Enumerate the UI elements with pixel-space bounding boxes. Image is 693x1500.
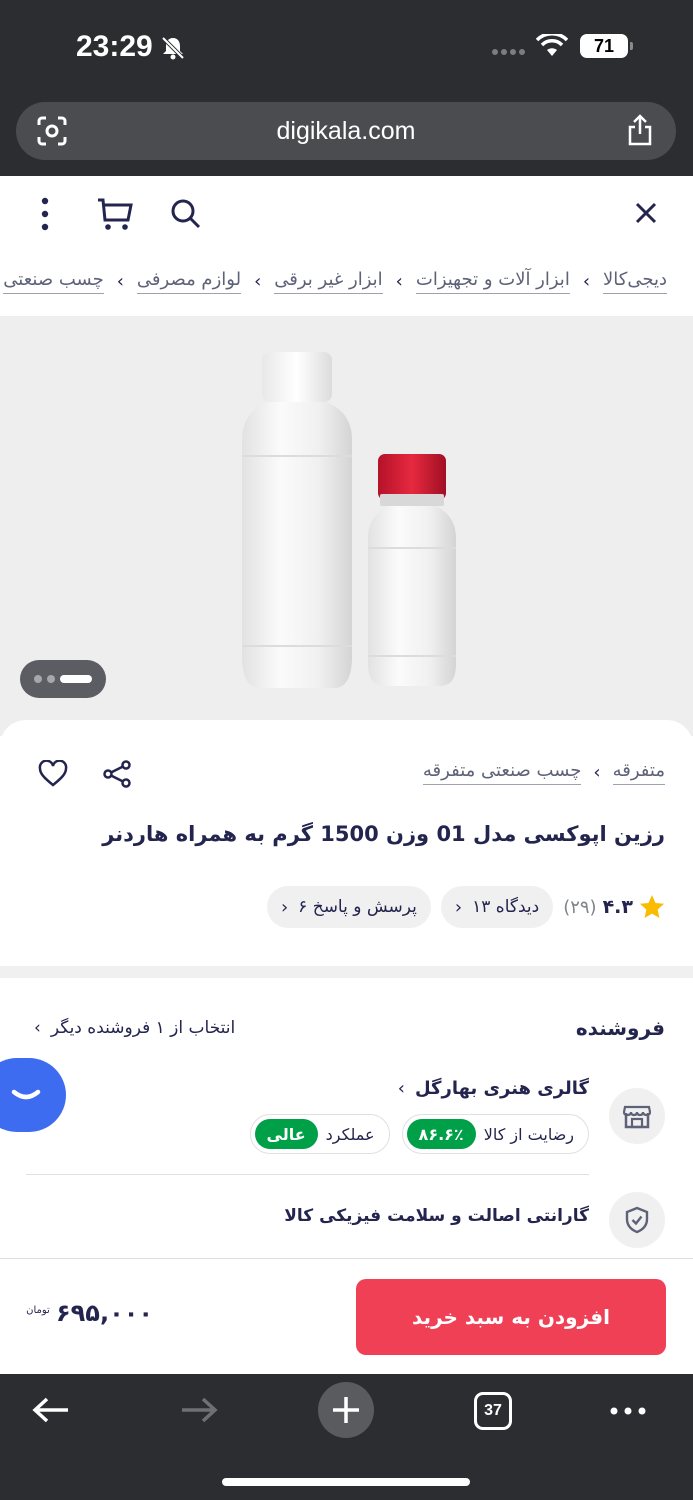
- store-icon: [623, 1105, 651, 1129]
- rating-value: ۴.۳: [602, 896, 633, 918]
- guarantee-text: گارانتی اصالت و سلامت فیزیکی کالا: [284, 1206, 589, 1226]
- chevron-left-icon: ‹: [593, 762, 601, 783]
- seller-name: گالری هنری بهارگل: [414, 1078, 589, 1099]
- category-link[interactable]: چسب صنعتی متفرقه: [422, 760, 582, 785]
- new-tab-button[interactable]: [318, 1382, 374, 1438]
- category-link[interactable]: متفرقه: [612, 760, 665, 785]
- chevron-left-icon: ‹: [582, 270, 591, 292]
- pager-dot: [47, 675, 55, 683]
- other-sellers-label: انتخاب از ۱ فروشنده دیگر: [50, 1018, 236, 1038]
- wifi-icon: [536, 34, 568, 56]
- other-sellers-link[interactable]: انتخاب از ۱ فروشنده دیگر ‹: [34, 1018, 235, 1038]
- home-indicator: [222, 1478, 470, 1486]
- more-vertical-icon[interactable]: [38, 196, 52, 232]
- seller-name-link[interactable]: گالری هنری بهارگل ‹: [398, 1078, 589, 1099]
- buy-bar: افزودن به سبد خرید ۶۹۵,۰۰۰ تومان: [0, 1258, 693, 1374]
- product-info-card: متفرقه ‹ چسب صنعتی متفرقه رزین اپوکسی مد…: [0, 720, 693, 966]
- url-text: digikala.com: [276, 117, 416, 145]
- bell-off-icon: [161, 36, 185, 60]
- currency-label: تومان: [26, 1305, 50, 1316]
- questions-label: ۶ پرسش و پاسخ: [298, 897, 417, 917]
- comments-label: ۱۳ دیدگاه: [472, 897, 540, 917]
- smile-icon: [11, 1089, 41, 1100]
- store-icon-wrap: [609, 1088, 665, 1144]
- breadcrumb-item[interactable]: ابزار غیر برقی: [274, 269, 383, 294]
- satisfaction-label: رضایت از کالا: [483, 1124, 574, 1144]
- seller-section: فروشنده انتخاب از ۱ فروشنده دیگر ‹ گالری…: [0, 978, 693, 1260]
- share-icon[interactable]: [626, 114, 654, 146]
- share-nodes-icon[interactable]: [102, 760, 132, 788]
- performance-value: عالی: [254, 1119, 318, 1149]
- category-breadcrumb: متفرقه ‹ چسب صنعتی متفرقه: [422, 760, 665, 785]
- plus-icon: [333, 1397, 359, 1423]
- breadcrumb-item[interactable]: لوازم مصرفی: [136, 269, 242, 294]
- browser-toolbar: digikala.com: [0, 96, 693, 176]
- questions-pill[interactable]: ۶ پرسش و پاسخ ›: [266, 886, 431, 928]
- chevron-left-icon: ›: [280, 896, 289, 918]
- forward-arrow-icon[interactable]: [180, 1396, 218, 1424]
- section-divider: [0, 966, 693, 978]
- search-icon[interactable]: [170, 198, 202, 230]
- shield-icon-wrap: [609, 1192, 665, 1248]
- browser-bottom-bar: 37: [0, 1374, 693, 1500]
- rating-count: (۲۹): [563, 896, 597, 918]
- status-bar: 23:29 71: [0, 0, 693, 96]
- battery-indicator: 71: [580, 34, 633, 58]
- cart-icon[interactable]: [96, 196, 134, 232]
- site-header: [0, 176, 693, 254]
- status-time: 23:29: [76, 30, 153, 63]
- more-horizontal-icon[interactable]: [608, 1396, 648, 1426]
- support-chat-button[interactable]: [0, 1058, 66, 1132]
- breadcrumb-item[interactable]: چسب صنعتی: [3, 269, 104, 294]
- chevron-left-icon: ›: [454, 896, 463, 918]
- pager-active-dot: [60, 675, 92, 683]
- shield-check-icon: [625, 1206, 649, 1234]
- address-bar[interactable]: digikala.com: [16, 102, 676, 160]
- image-pager[interactable]: [20, 660, 106, 698]
- satisfaction-value: ۸۶.۶٪: [406, 1119, 476, 1149]
- rating-row: ۴.۳ (۲۹) ۱۳ دیدگاه › ۶ پرسش و پاسخ ›: [257, 886, 665, 928]
- performance-badge: عملکرد عالی: [249, 1114, 390, 1154]
- back-arrow-icon[interactable]: [32, 1396, 70, 1424]
- product-image-gallery[interactable]: [0, 316, 693, 736]
- add-to-cart-button[interactable]: افزودن به سبد خرید: [356, 1279, 666, 1355]
- chevron-left-icon: ‹: [254, 270, 262, 292]
- star-icon: [640, 895, 664, 918]
- price: ۶۹۵,۰۰۰: [56, 1299, 154, 1327]
- breadcrumb: دیجی‌کالا ‹ ابزار آلات و تجهیزات ‹ ابزار…: [3, 256, 667, 306]
- comments-pill[interactable]: ۱۳ دیدگاه ›: [440, 886, 554, 928]
- divider: [26, 1174, 589, 1175]
- close-icon[interactable]: [633, 200, 659, 226]
- pager-dot: [34, 675, 42, 683]
- chevron-left-icon: ‹: [116, 270, 124, 292]
- heart-icon[interactable]: [38, 760, 68, 788]
- signal-icon: [492, 49, 525, 55]
- satisfaction-badge: رضایت از کالا ۸۶.۶٪: [401, 1114, 589, 1154]
- seller-heading: فروشنده: [575, 1016, 665, 1040]
- tab-switcher-button[interactable]: 37: [474, 1392, 512, 1430]
- chevron-left-icon: ‹: [34, 1018, 41, 1038]
- seller-badges: رضایت از کالا ۸۶.۶٪ عملکرد عالی: [238, 1114, 589, 1154]
- breadcrumb-item[interactable]: دیجی‌کالا: [603, 269, 667, 294]
- chevron-left-icon: ‹: [395, 270, 403, 292]
- performance-label: عملکرد: [325, 1124, 375, 1144]
- chevron-left-icon: ‹: [397, 1078, 405, 1099]
- product-title: رزین اپوکسی مدل 01 وزن 1500 گرم به همراه…: [102, 822, 665, 846]
- breadcrumb-item[interactable]: ابزار آلات و تجهیزات: [415, 269, 570, 294]
